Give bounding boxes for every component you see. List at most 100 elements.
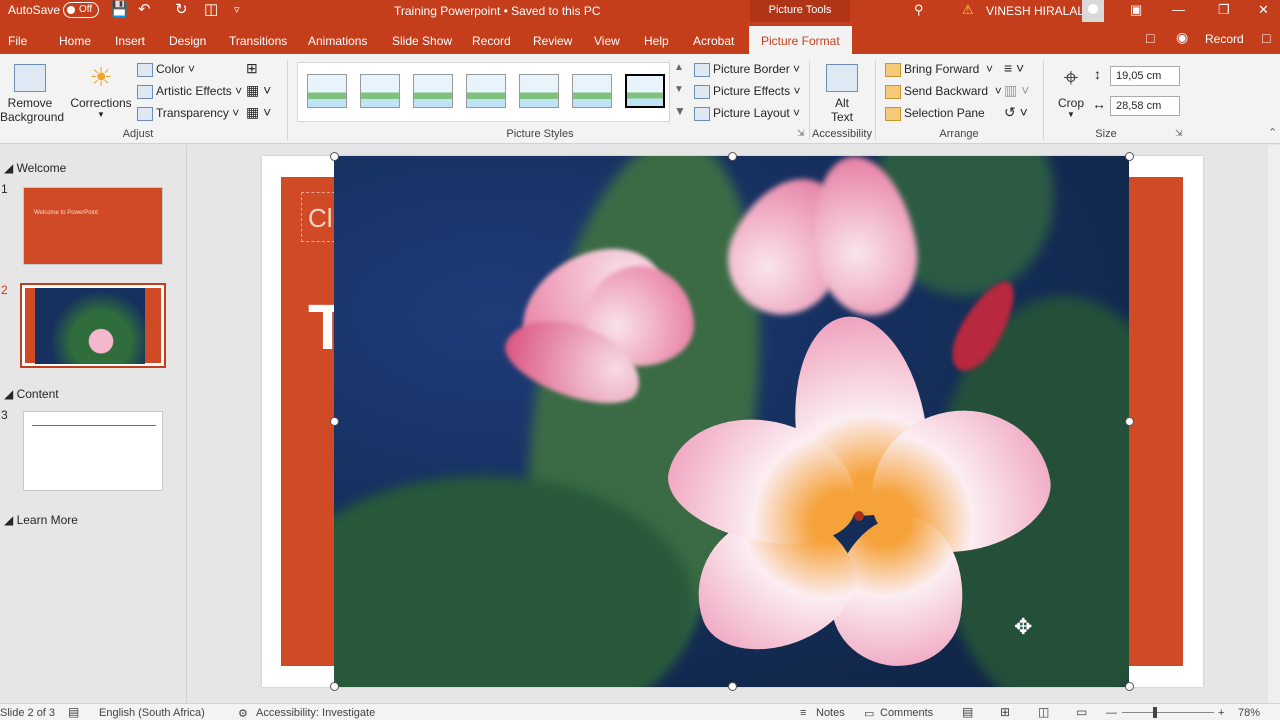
slide-thumbnail-2[interactable]	[20, 283, 166, 368]
close-icon[interactable]: ✕	[1258, 2, 1269, 18]
resize-handle-right[interactable]	[1125, 417, 1134, 426]
resize-handle-left[interactable]	[330, 417, 339, 426]
rotate-icon[interactable]: ↺ ˅	[1004, 104, 1028, 121]
zoom-slider[interactable]	[1122, 712, 1214, 713]
slide-indicator[interactable]: Slide 2 of 3	[0, 707, 55, 719]
send-backward-button[interactable]: Send Backward ˅	[885, 84, 1002, 99]
picture-style-1[interactable]	[307, 74, 347, 108]
artistic-effects-button[interactable]: Artistic Effects ˅	[137, 84, 242, 99]
spelling-icon[interactable]: ▤	[68, 705, 79, 719]
picture-style-2[interactable]	[360, 74, 400, 108]
move-cursor-icon: ✥	[1014, 614, 1033, 639]
comments-icon[interactable]: □	[1146, 30, 1154, 46]
comments-button[interactable]: Comments	[880, 707, 933, 719]
avatar[interactable]	[1082, 0, 1104, 22]
gallery-scroll-up-icon[interactable]: ▲	[674, 62, 684, 73]
flower-picture[interactable]: ✥	[334, 156, 1129, 687]
crop-button[interactable]: ⌖ Crop ▼	[1052, 64, 1090, 119]
tab-design[interactable]: Design	[169, 34, 206, 48]
present-icon[interactable]: ◫	[204, 1, 218, 19]
record-dot-icon[interactable]: ◉	[1176, 29, 1188, 46]
picture-layout-button[interactable]: Picture Layout ˅	[694, 106, 800, 121]
language-indicator[interactable]: English (South Africa)	[99, 707, 205, 719]
document-title[interactable]: Training Powerpoint • Saved to this PC	[394, 4, 601, 18]
zoom-out-icon[interactable]: —	[1106, 707, 1117, 719]
tab-acrobat[interactable]: Acrobat	[693, 34, 734, 48]
tab-animations[interactable]: Animations	[308, 34, 367, 48]
tab-view[interactable]: View	[594, 34, 620, 48]
tab-file[interactable]: File	[8, 34, 27, 48]
selection-pane-button[interactable]: Selection Pane	[885, 106, 985, 121]
bring-forward-icon	[885, 62, 901, 77]
accessibility-status[interactable]: Accessibility: Investigate	[256, 707, 375, 719]
minimize-icon[interactable]: —	[1172, 2, 1185, 17]
undo-icon[interactable]: ↶	[138, 1, 151, 19]
zoom-level[interactable]: 78%	[1238, 707, 1260, 719]
height-input[interactable]: 19,05 cm	[1110, 66, 1180, 86]
format-picture-launcher-icon[interactable]: ⇲	[797, 128, 805, 139]
slide-sorter-icon[interactable]: ⊞	[1000, 705, 1010, 719]
vertical-scrollbar[interactable]	[1268, 145, 1280, 703]
tab-help[interactable]: Help	[644, 34, 669, 48]
ribbon-display-icon[interactable]: ▣	[1130, 2, 1142, 18]
collapse-ribbon-icon[interactable]: ⌃	[1268, 126, 1277, 139]
change-picture-icon[interactable]: ▦ ˅	[246, 82, 271, 99]
gallery-more-icon[interactable]: ▼	[674, 104, 686, 118]
reading-view-icon[interactable]: ◫	[1038, 705, 1049, 719]
group-icon[interactable]: ▥ ˅	[1004, 82, 1029, 99]
tab-review[interactable]: Review	[533, 34, 572, 48]
resize-handle-bottom[interactable]	[728, 682, 737, 691]
picture-style-5[interactable]	[519, 74, 559, 108]
customize-qat-icon[interactable]: ▿	[234, 1, 240, 19]
align-icon[interactable]: ≡ ˅	[1004, 60, 1024, 76]
width-input[interactable]: 28,58 cm	[1110, 96, 1180, 116]
color-button[interactable]: Color ˅	[137, 62, 195, 77]
normal-view-icon[interactable]: ▤	[962, 705, 973, 719]
maximize-icon[interactable]: ❐	[1218, 2, 1230, 18]
picture-effects-button[interactable]: Picture Effects ˅	[694, 84, 801, 99]
resize-handle-bottom-left[interactable]	[330, 682, 339, 691]
picture-style-7[interactable]	[625, 74, 665, 108]
tab-slide-show[interactable]: Slide Show	[392, 34, 452, 48]
section-content[interactable]: ◢ Content	[4, 387, 59, 401]
corrections-button[interactable]: ☀ Corrections ▼	[70, 64, 132, 119]
section-welcome[interactable]: ◢ Welcome	[4, 161, 66, 175]
resize-handle-top-left[interactable]	[330, 152, 339, 161]
picture-style-4[interactable]	[466, 74, 506, 108]
gallery-scroll-down-icon[interactable]: ▼	[674, 84, 684, 95]
reset-picture-icon[interactable]: ▦ ˅	[246, 104, 271, 121]
send-backward-icon	[885, 84, 901, 99]
remove-background-button[interactable]: Remove Background	[0, 64, 64, 124]
tab-picture-format[interactable]: Picture Format	[749, 26, 852, 54]
save-icon[interactable]: 💾	[110, 1, 129, 19]
resize-handle-bottom-right[interactable]	[1125, 682, 1134, 691]
section-learn-more[interactable]: ◢ Learn More	[4, 513, 78, 527]
slide-thumbnail-3[interactable]	[23, 411, 163, 491]
zoom-slider-thumb[interactable]	[1153, 707, 1157, 718]
autosave-toggle[interactable]: Off	[63, 2, 99, 18]
record-button[interactable]: Record	[1205, 32, 1244, 46]
tab-insert[interactable]: Insert	[115, 34, 145, 48]
resize-handle-top-right[interactable]	[1125, 152, 1134, 161]
share-icon[interactable]: □	[1262, 30, 1270, 46]
picture-style-6[interactable]	[572, 74, 612, 108]
zoom-in-icon[interactable]: +	[1218, 707, 1224, 719]
slide-thumbnail-1[interactable]: Welcome to PowerPoint	[23, 187, 163, 265]
alt-text-line2: Text	[830, 110, 853, 124]
resize-handle-top[interactable]	[728, 152, 737, 161]
slideshow-view-icon[interactable]: ▭	[1076, 705, 1087, 719]
notes-button[interactable]: Notes	[816, 707, 845, 719]
picture-border-button[interactable]: Picture Border ˅	[694, 62, 800, 77]
transparency-button[interactable]: Transparency ˅	[137, 106, 239, 121]
alt-text-button[interactable]: Alt Text	[818, 64, 866, 124]
tab-record[interactable]: Record	[472, 34, 511, 48]
picture-style-3[interactable]	[413, 74, 453, 108]
compress-pictures-icon[interactable]: ⊞	[246, 60, 258, 77]
bring-forward-button[interactable]: Bring Forward ˅	[885, 62, 993, 77]
user-name[interactable]: VINESH HIRALAL	[986, 4, 1084, 18]
redo-icon[interactable]: ↻	[175, 1, 188, 19]
tab-transitions[interactable]: Transitions	[229, 34, 287, 48]
tab-home[interactable]: Home	[59, 34, 91, 48]
size-launcher-icon[interactable]: ⇲	[1175, 128, 1183, 139]
search-icon[interactable]: ⚲	[914, 2, 924, 18]
